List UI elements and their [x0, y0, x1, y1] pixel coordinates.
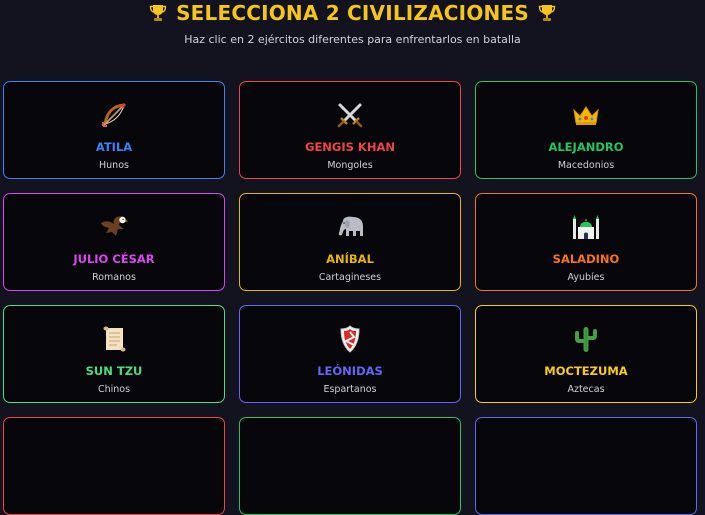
- civ-card-saladino[interactable]: SALADINO Ayubíes: [475, 193, 697, 291]
- civ-people: Mongoles: [327, 160, 373, 171]
- civ-name: SUN TZU: [85, 364, 143, 378]
- civ-card-partial[interactable]: [475, 417, 697, 515]
- bow-arrow-icon: [102, 103, 126, 127]
- civ-name: MOCTEZUMA: [544, 364, 628, 378]
- subtitle: Haz clic en 2 ejércitos diferentes para …: [184, 33, 521, 46]
- crossed-swords-icon: [337, 103, 363, 128]
- civ-card-gengis-khan[interactable]: GENGIS KHAN Mongoles: [239, 81, 461, 179]
- civ-name: ANÍBAL: [326, 252, 374, 266]
- civ-name: JULIO CÉSAR: [73, 252, 155, 266]
- civ-card-moctezuma[interactable]: MOCTEZUMA Aztecas: [475, 305, 697, 403]
- civ-people: Aztecas: [567, 384, 605, 395]
- civ-people: Hunos: [99, 160, 129, 171]
- civ-people: Romanos: [92, 272, 136, 283]
- cactus-icon: [575, 327, 597, 352]
- page-title: SELECCIONA 2 CIVILIZACIONES: [0, 0, 705, 27]
- elephant-icon: [338, 216, 363, 236]
- civ-name: ATILA: [95, 140, 133, 154]
- mosque-icon: [573, 215, 599, 239]
- eagle-icon: [101, 216, 128, 236]
- civ-name: SALADINO: [552, 252, 620, 266]
- title-text: SELECCIONA 2 CIVILIZACIONES: [176, 1, 529, 25]
- civ-name: ALEJANDRO: [548, 140, 624, 154]
- civ-card-leonidas[interactable]: LEÓNIDAS Espartanos: [239, 305, 461, 403]
- civ-people: Macedonios: [557, 160, 615, 171]
- trophy-icon: [149, 5, 167, 21]
- civ-people: Espartanos: [323, 384, 377, 395]
- civ-name: LEÓNIDAS: [317, 364, 383, 378]
- civ-card-atila[interactable]: ATILA Hunos: [3, 81, 225, 179]
- civ-card-partial[interactable]: [3, 417, 225, 515]
- civ-name: GENGIS KHAN: [305, 140, 395, 154]
- scroll-icon: [103, 326, 126, 352]
- civ-people: Ayubíes: [567, 272, 605, 283]
- civilization-grid: ATILA Hunos GENGIS KHAN Mongoles ALEJAND…: [3, 81, 700, 515]
- civ-card-julio-cesar[interactable]: JULIO CÉSAR Romanos: [3, 193, 225, 291]
- civ-card-sun-tzu[interactable]: SUN TZU Chinos: [3, 305, 225, 403]
- trophy-icon: [538, 5, 556, 21]
- shield-icon: [340, 325, 360, 353]
- civ-people: Chinos: [97, 384, 131, 395]
- civ-card-alejandro[interactable]: ALEJANDRO Macedonios: [475, 81, 697, 179]
- civ-card-anibal[interactable]: ANÍBAL Cartagineses: [239, 193, 461, 291]
- civ-card-partial[interactable]: [239, 417, 461, 515]
- civ-people: Cartagineses: [318, 272, 382, 283]
- crown-icon: [573, 106, 599, 125]
